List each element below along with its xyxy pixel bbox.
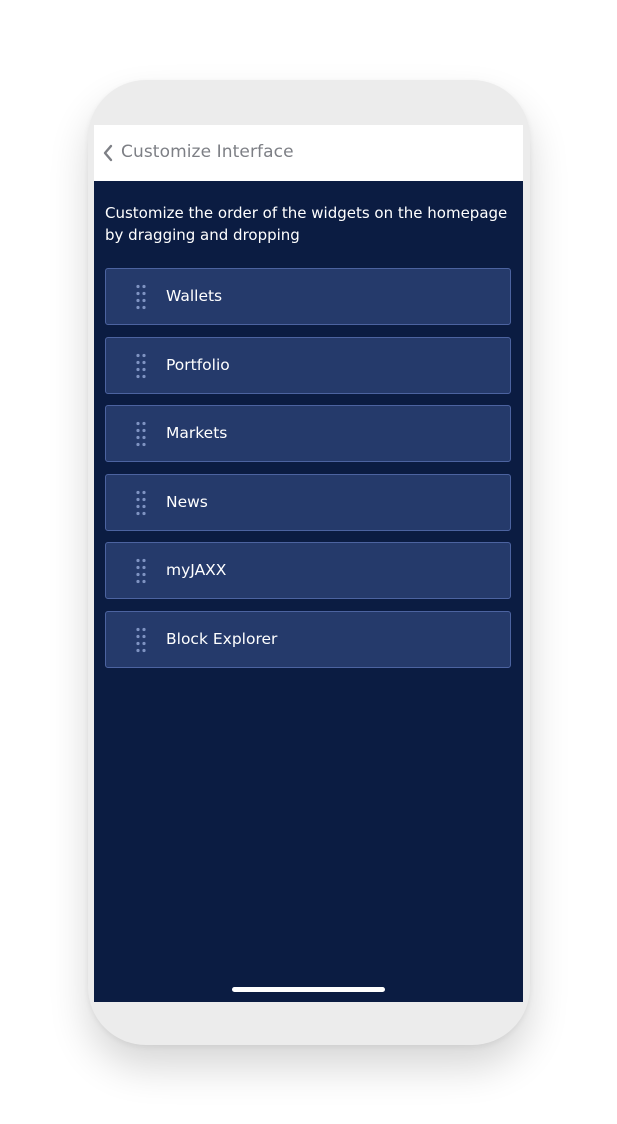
home-indicator[interactable] xyxy=(232,987,385,992)
widget-item-portfolio[interactable]: Portfolio xyxy=(105,336,511,394)
nav-bar: Customize Interface xyxy=(94,125,523,181)
drag-handle-icon[interactable] xyxy=(136,558,148,584)
instructions-text: Customize the order of the widgets on th… xyxy=(105,204,508,244)
chevron-left-icon[interactable] xyxy=(102,143,114,163)
widget-label: News xyxy=(166,492,208,511)
drag-handle-icon[interactable] xyxy=(136,421,148,447)
widget-label: Portfolio xyxy=(166,355,230,374)
widget-label: Markets xyxy=(166,424,228,443)
page-title: Customize Interface xyxy=(121,142,294,162)
widget-item-news[interactable]: News xyxy=(105,473,511,531)
drag-handle-icon[interactable] xyxy=(136,490,148,516)
drag-handle-icon[interactable] xyxy=(136,284,148,310)
widget-item-block-explorer[interactable]: Block Explorer xyxy=(105,610,511,668)
widget-item-myjaxx[interactable]: myJAXX xyxy=(105,542,511,600)
widget-label: Wallets xyxy=(166,287,223,305)
widget-list: Wallets Portfolio Markets News myJAXX Bl… xyxy=(105,268,511,680)
drag-handle-icon[interactable] xyxy=(136,627,148,653)
widget-label: Block Explorer xyxy=(166,629,278,648)
widget-label: myJAXX xyxy=(166,561,227,580)
app-screen: Customize Interface Customize the order … xyxy=(94,125,523,1002)
widget-item-markets[interactable]: Markets xyxy=(105,405,511,463)
drag-handle-icon[interactable] xyxy=(136,353,148,379)
widget-item-wallets[interactable]: Wallets xyxy=(105,268,511,325)
stage: Customize Interface Customize the order … xyxy=(0,0,617,1124)
